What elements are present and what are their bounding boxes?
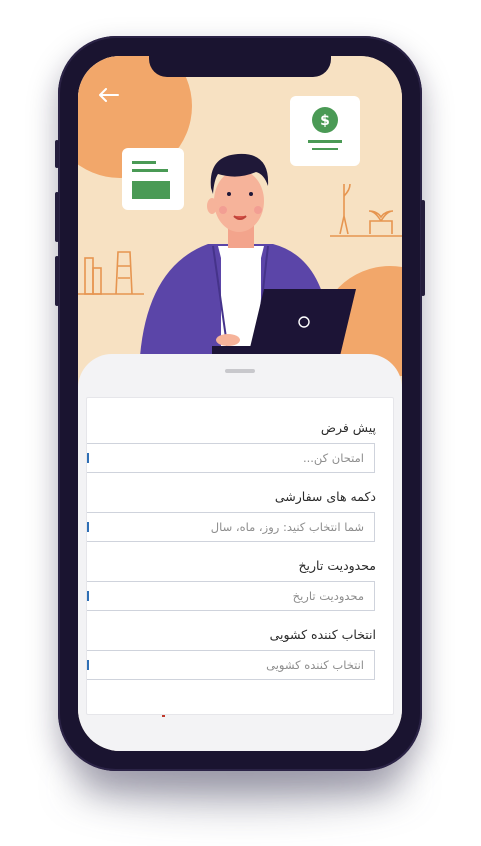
mute-switch [55, 140, 59, 168]
custom-buttons-date-input[interactable] [87, 512, 375, 542]
svg-text:$: $ [320, 113, 330, 129]
input-accent [87, 453, 89, 463]
buildings-icon [78, 251, 144, 295]
plants-icon [330, 183, 402, 237]
input-accent [87, 660, 89, 670]
phone-screen: $ پیش فرض امتحان کن... دکمه های سفارشی ش… [78, 56, 402, 751]
datepicker-form-card: پیش فرض دکمه های سفارشی محدودیت تاریخ ان… [86, 397, 394, 715]
bottom-sheet: پیش فرض دکمه های سفارشی محدودیت تاریخ ان… [78, 354, 402, 751]
document-card [122, 148, 184, 210]
field-label-date-limit: محدودیت تاریخ [298, 558, 376, 573]
volume-up-button [55, 192, 59, 242]
field-label-custom-buttons: دکمه های سفارشی [274, 489, 376, 504]
sheet-drag-handle[interactable] [225, 369, 255, 373]
back-arrow-icon[interactable] [96, 82, 122, 108]
hero-illustration: $ [78, 56, 402, 410]
field-label-dropdown-picker: انتخاب کننده کشویی [269, 627, 376, 642]
input-accent [87, 591, 89, 601]
field-label-default: پیش فرض [320, 420, 376, 435]
volume-down-button [55, 256, 59, 306]
date-limit-input[interactable] [87, 581, 375, 611]
power-button [421, 200, 425, 296]
input-accent [87, 522, 89, 532]
red-marker [162, 715, 165, 717]
dropdown-picker-input[interactable] [87, 650, 375, 680]
phone-notch [149, 55, 331, 77]
money-card: $ [290, 96, 360, 166]
default-date-input[interactable] [87, 443, 375, 473]
